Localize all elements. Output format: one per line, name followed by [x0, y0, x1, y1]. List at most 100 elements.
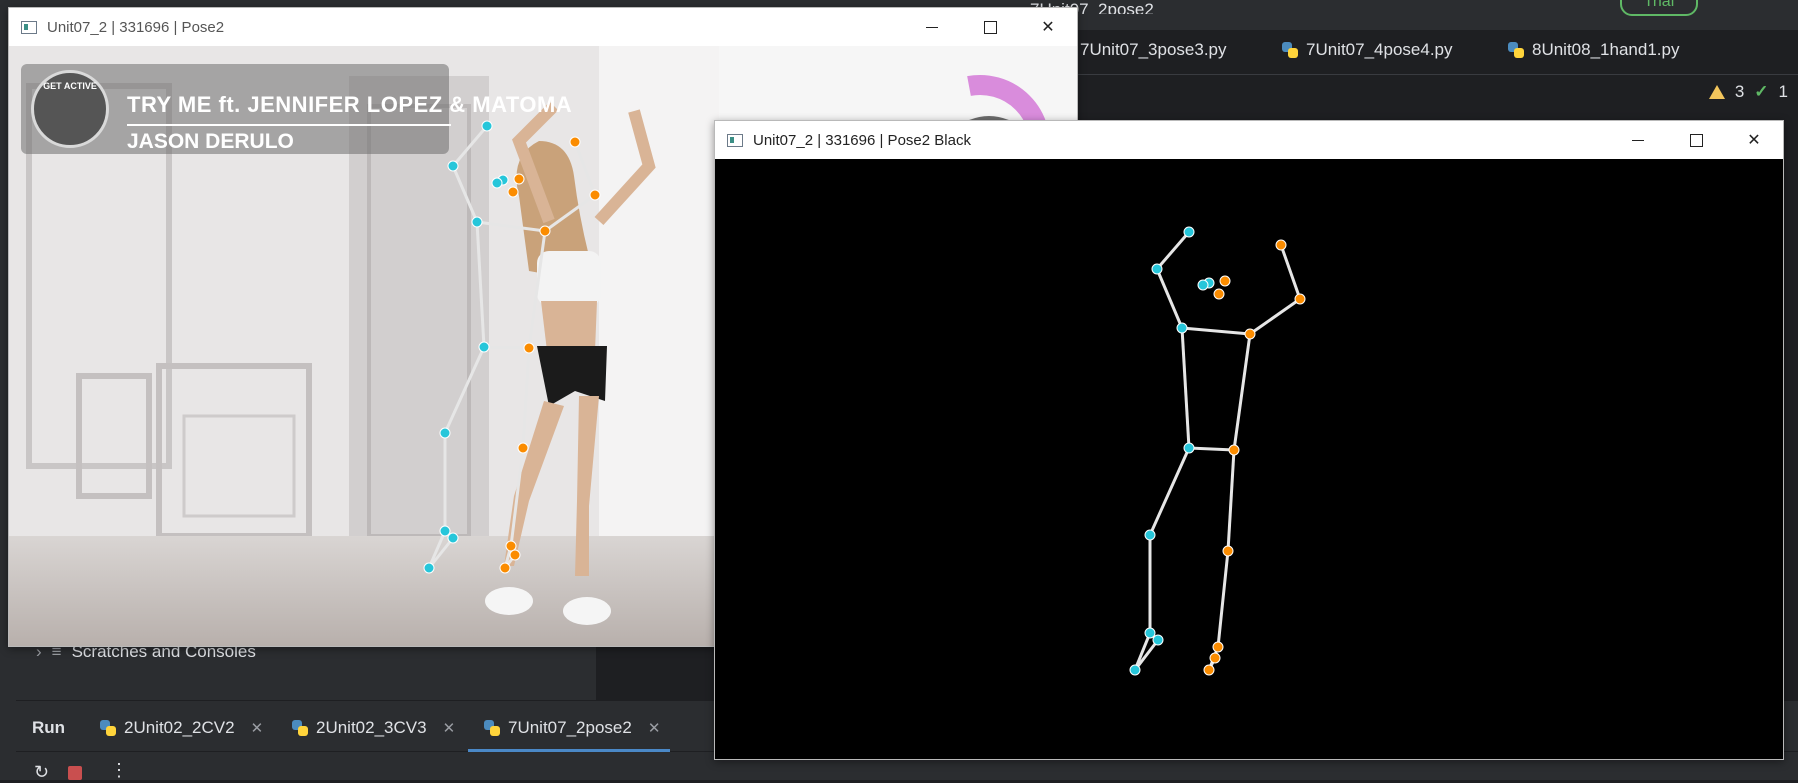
- window-titlebar[interactable]: Unit07_2 | 331696 | Pose2 Black ✕: [715, 121, 1783, 159]
- pose-landmark: [439, 427, 451, 439]
- pose-landmark: [539, 225, 551, 237]
- editor-tab[interactable]: 7Unit07_4pose4.py: [1282, 40, 1453, 60]
- trial-button[interactable]: Trial: [1620, 0, 1698, 16]
- song-artist: JASON DERULO: [127, 130, 294, 153]
- pose-landmark: [1151, 263, 1163, 275]
- song-title: TRY ME ft. JENNIFER LOPEZ & MATOMA: [127, 92, 573, 117]
- pose-landmark: [1129, 664, 1141, 676]
- pose-landmark: [471, 216, 483, 228]
- python-file-icon: [484, 720, 500, 736]
- skeleton-bone: [1188, 446, 1235, 452]
- run-tab[interactable]: 2Unit02_2CV2 ✕: [100, 718, 263, 738]
- pose-landmark: [447, 532, 459, 544]
- close-button[interactable]: ✕: [1725, 121, 1783, 159]
- warning-count: 3: [1734, 82, 1745, 101]
- ok-count: 1: [1778, 82, 1788, 101]
- run-tab-label: 2Unit02_2CV2: [124, 718, 235, 737]
- editor-tab-label: 7Unit07_4pose4.py: [1306, 40, 1453, 59]
- run-tab-label: 7Unit07_2pose2: [508, 718, 632, 737]
- pose-landmark: [1144, 529, 1156, 541]
- pose-landmark: [1176, 322, 1188, 334]
- pose-landmark: [1197, 279, 1209, 291]
- editor-tab[interactable]: 8Unit08_1hand1.py: [1508, 40, 1679, 60]
- inspection-widget[interactable]: 3 ✓ 1: [1708, 82, 1798, 102]
- maximize-button[interactable]: [961, 8, 1019, 46]
- run-tab[interactable]: 2Unit02_3CV3 ✕: [292, 718, 455, 738]
- skeleton-bone: [483, 345, 530, 350]
- pose-landmark: [1213, 288, 1225, 300]
- pose-landmark: [507, 186, 519, 198]
- pose-black-window[interactable]: Unit07_2 | 331696 | Pose2 Black ✕: [714, 120, 1784, 760]
- close-icon[interactable]: ✕: [648, 719, 661, 737]
- python-file-icon: [1508, 42, 1524, 58]
- pose-skeleton-black: [1129, 226, 1306, 676]
- check-icon: ✓: [1754, 82, 1769, 101]
- run-tool-window-title: Run: [32, 718, 66, 737]
- window-title: Unit07_2 | 331696 | Pose2 Black: [753, 131, 971, 149]
- pose-landmark: [589, 189, 601, 201]
- minimize-button[interactable]: [903, 8, 961, 46]
- pose-landmark: [1203, 664, 1215, 676]
- skeleton-bone: [1181, 326, 1251, 336]
- pose-landmark: [509, 549, 521, 561]
- pose-landmark: [1183, 442, 1195, 454]
- skeleton-bone: [1232, 333, 1252, 451]
- python-file-icon: [292, 720, 308, 736]
- pose-landmark: [491, 177, 503, 189]
- pose-landmark: [481, 120, 493, 132]
- close-button[interactable]: ✕: [1019, 8, 1077, 46]
- maximize-button[interactable]: [1667, 121, 1725, 159]
- skeleton-bone: [1249, 297, 1301, 336]
- pose-landmark: [1144, 627, 1156, 639]
- run-tab-active[interactable]: 7Unit07_2pose2 ✕: [484, 718, 660, 738]
- pose-landmark: [569, 136, 581, 148]
- pose-landmark: [1209, 652, 1221, 664]
- pose-landmark: [1152, 634, 1164, 646]
- pose-landmark: [1219, 275, 1231, 287]
- editor-tab-label: 8Unit08_1hand1.py: [1532, 40, 1680, 59]
- skeleton-bone: [1148, 447, 1191, 536]
- pose-landmark: [1222, 545, 1234, 557]
- get-active-logo: GET ACTIVE: [31, 70, 109, 148]
- window-title: Unit07_2 | 331696 | Pose2: [47, 18, 225, 36]
- editor-tab-label: 7Unit07_3pose3.py: [1080, 40, 1227, 59]
- pose-landmark: [1275, 239, 1287, 251]
- close-icon[interactable]: ✕: [251, 719, 264, 737]
- pose-landmark: [1212, 641, 1224, 653]
- opencv-window-icon: [727, 133, 743, 147]
- pose-landmark: [513, 173, 525, 185]
- pose-landmark: [517, 442, 529, 454]
- python-file-icon: [100, 720, 116, 736]
- editor-tab-bar: 7Unit07_3pose3.py 7Unit07_4pose4.py 8Uni…: [1070, 30, 1798, 75]
- pose-landmark: [447, 160, 459, 172]
- python-file-icon: [1282, 42, 1298, 58]
- run-tab-label: 2Unit02_3CV3: [316, 718, 427, 737]
- more-options-icon[interactable]: ⋮: [110, 760, 128, 781]
- title-underline: [127, 124, 451, 126]
- editor-tab[interactable]: 7Unit07_3pose3.py: [1080, 40, 1227, 60]
- pose-landmark: [439, 525, 451, 537]
- pose-canvas: [715, 159, 1783, 759]
- pose-landmark: [478, 341, 490, 353]
- skeleton-bone: [1155, 231, 1191, 270]
- opencv-window-icon: [21, 20, 37, 34]
- skeleton-bone: [1216, 550, 1230, 648]
- minimize-button[interactable]: [1609, 121, 1667, 159]
- pose-landmark: [499, 562, 511, 574]
- close-icon[interactable]: ✕: [443, 719, 456, 737]
- pose-landmark: [1294, 293, 1306, 305]
- pose-landmark: [1244, 328, 1256, 340]
- pose-landmark: [523, 342, 535, 354]
- pose-landmark: [1228, 444, 1240, 456]
- pose-landmark: [423, 562, 435, 574]
- stop-icon[interactable]: [68, 766, 82, 780]
- pose-landmark: [1183, 226, 1195, 238]
- skeleton-bone: [1180, 327, 1191, 449]
- pose-landmark: [505, 540, 517, 552]
- skeleton-bone: [1279, 244, 1302, 300]
- skeleton-bone: [1155, 268, 1184, 329]
- skeleton-bone: [1226, 449, 1236, 552]
- window-titlebar[interactable]: Unit07_2 | 331696 | Pose2 ✕: [9, 8, 1077, 46]
- video-title-badge: GET ACTIVE TRY ME ft. JENNIFER LOPEZ & M…: [21, 64, 572, 154]
- warning-icon: [1708, 85, 1725, 99]
